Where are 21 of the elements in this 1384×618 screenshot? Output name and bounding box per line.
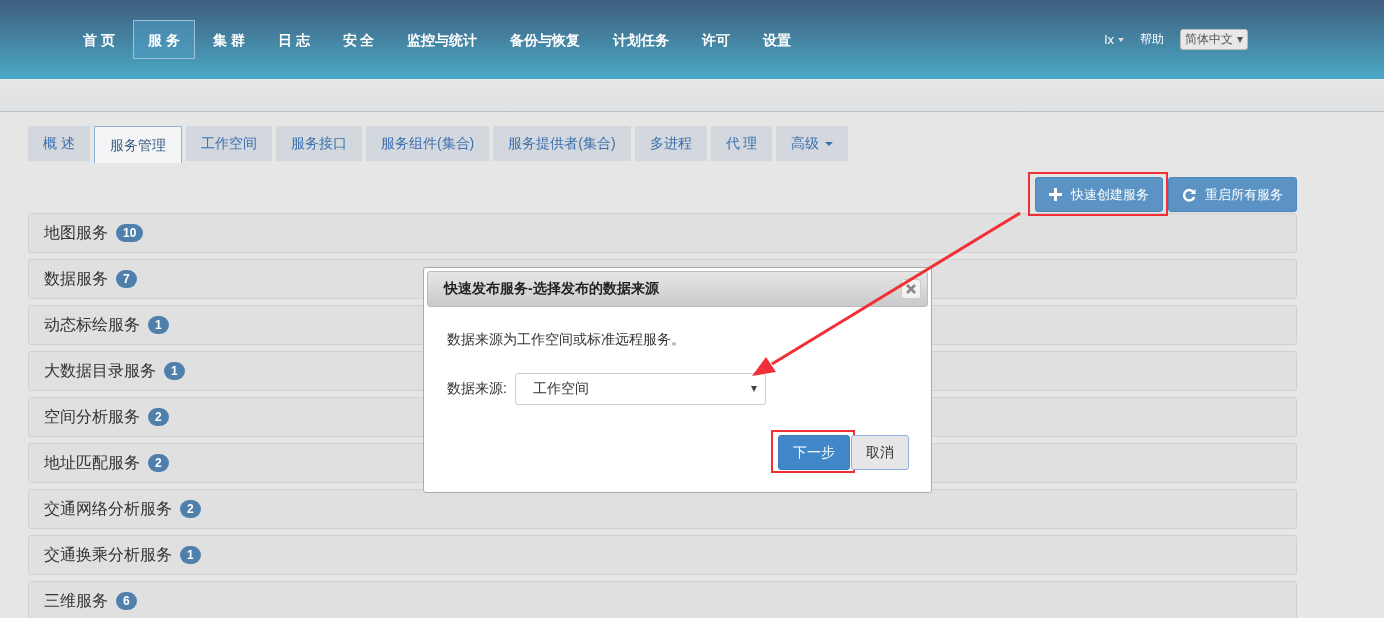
panel-title: 交通换乘分析服务	[44, 544, 172, 565]
count-badge: 2	[148, 454, 169, 472]
panel-title: 大数据目录服务	[44, 360, 156, 381]
panel-title: 数据服务	[44, 268, 108, 289]
panel-title: 三维服务	[44, 590, 108, 611]
dialog-message: 数据来源为工作空间或标准远程服务。	[447, 331, 686, 349]
count-badge: 7	[116, 270, 137, 288]
field-label: 数据来源:	[447, 380, 507, 398]
panel-title: 地址匹配服务	[44, 452, 140, 473]
count-badge: 1	[180, 546, 201, 564]
dialog-title: 快速发布服务-选择发布的数据来源	[444, 280, 659, 298]
count-badge: 1	[164, 362, 185, 380]
count-badge: 10	[116, 224, 144, 242]
count-badge: 1	[148, 316, 169, 334]
panel-title: 空间分析服务	[44, 406, 140, 427]
count-badge: 6	[116, 592, 137, 610]
count-badge: 2	[180, 500, 201, 518]
panel-title: 交通网络分析服务	[44, 498, 172, 519]
panel-title: 动态标绘服务	[44, 314, 140, 335]
count-badge: 2	[148, 408, 169, 426]
panel-title: 地图服务	[44, 222, 108, 243]
